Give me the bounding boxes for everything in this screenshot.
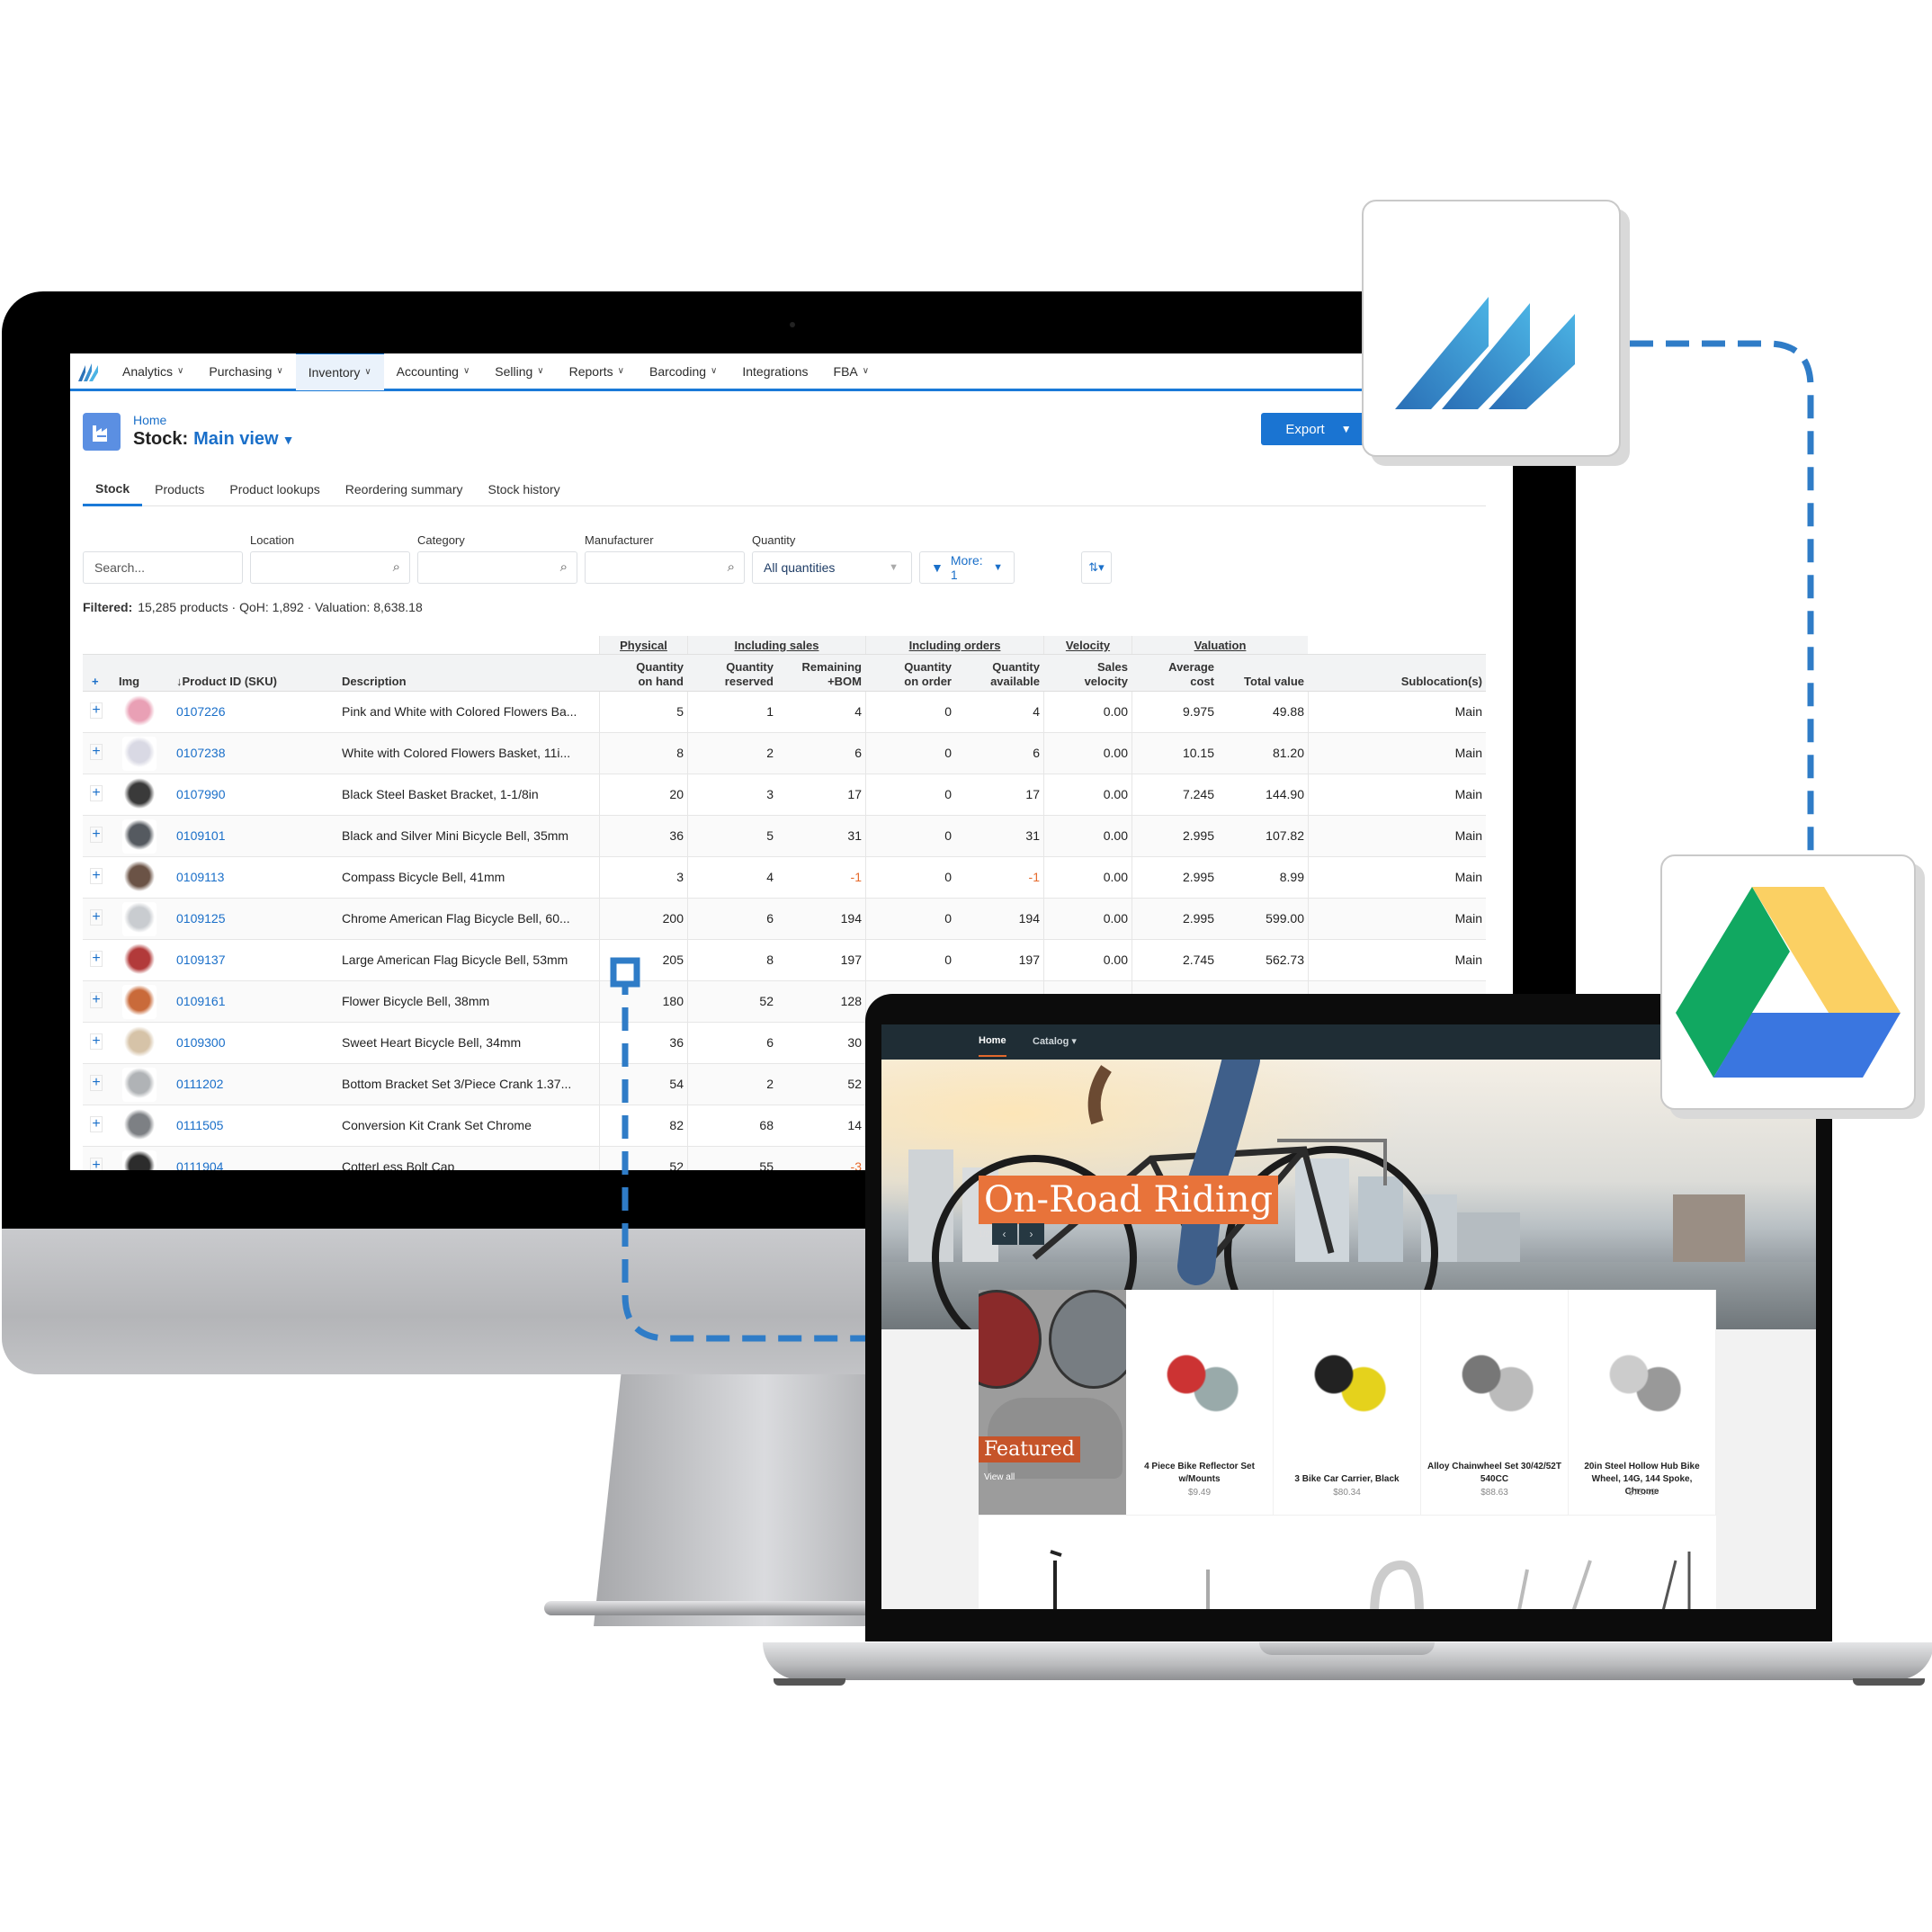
store-nav-home[interactable]: Home bbox=[979, 1035, 1006, 1057]
product-name[interactable]: 3 Bike Car Carrier, Black bbox=[1279, 1473, 1415, 1486]
featured-view-all-link[interactable]: View all bbox=[984, 1472, 1015, 1482]
product-price: $75.49 bbox=[1628, 1488, 1656, 1498]
featured-title: Featured bbox=[979, 1436, 1080, 1462]
featured-banner[interactable]: Featured View all bbox=[979, 1290, 1126, 1515]
product-price: $88.63 bbox=[1480, 1488, 1508, 1498]
product-card[interactable]: 4 Piece Bike Reflector Set w/Mounts $9.49 bbox=[1126, 1290, 1274, 1515]
laptop-notch bbox=[1259, 1642, 1435, 1655]
chevron-left-icon[interactable]: ‹ bbox=[991, 1223, 1017, 1245]
product-name[interactable]: Alloy Chainwheel Set 30/42/52T 540CC bbox=[1427, 1461, 1562, 1486]
connector-monitor-laptop bbox=[622, 971, 868, 1342]
product-image bbox=[1450, 1335, 1540, 1434]
product-card[interactable]: Alloy Chainwheel Set 30/42/52T 540CC $88.… bbox=[1421, 1290, 1569, 1515]
hero-pager: 1/2 ‹ › bbox=[979, 1223, 1044, 1245]
product-price: $9.49 bbox=[1187, 1488, 1212, 1498]
laptop-foot bbox=[1853, 1678, 1925, 1686]
connector-brand-drive bbox=[1630, 340, 1814, 854]
product-name[interactable]: 4 Piece Bike Reflector Set w/Mounts bbox=[1131, 1461, 1267, 1486]
brand-logo-icon bbox=[1395, 297, 1575, 409]
hero-page-indicator: 1/2 bbox=[979, 1230, 990, 1239]
laptop-foot bbox=[774, 1678, 845, 1686]
product-image bbox=[1597, 1335, 1687, 1434]
storefront-screen: Home Catalog ▾ On-Road Riding 1/2 ‹ › Fe… bbox=[881, 1024, 1816, 1609]
reflector-clear bbox=[1049, 1290, 1126, 1389]
product-card[interactable]: 3 Bike Car Carrier, Black $80.34 bbox=[1274, 1290, 1421, 1515]
google-drive-icon bbox=[1676, 887, 1901, 1078]
product-grid-row-2 bbox=[979, 1515, 1716, 1609]
google-drive-integration-tile[interactable] bbox=[1660, 854, 1916, 1110]
brand-integration-tile[interactable] bbox=[1362, 200, 1621, 457]
product-image bbox=[1155, 1335, 1245, 1434]
product-image bbox=[1302, 1335, 1392, 1434]
hero-title: On-Road Riding bbox=[979, 1176, 1279, 1224]
chevron-right-icon[interactable]: › bbox=[1018, 1223, 1044, 1245]
reflector-red bbox=[979, 1290, 1042, 1389]
store-nav-catalog[interactable]: Catalog ▾ bbox=[1033, 1035, 1077, 1047]
connector-endpoint bbox=[610, 957, 640, 988]
product-images-row-2 bbox=[1050, 1550, 1691, 1609]
product-card[interactable]: 20in Steel Hollow Hub Bike Wheel, 14G, 1… bbox=[1569, 1290, 1716, 1515]
product-price: $80.34 bbox=[1333, 1488, 1361, 1498]
